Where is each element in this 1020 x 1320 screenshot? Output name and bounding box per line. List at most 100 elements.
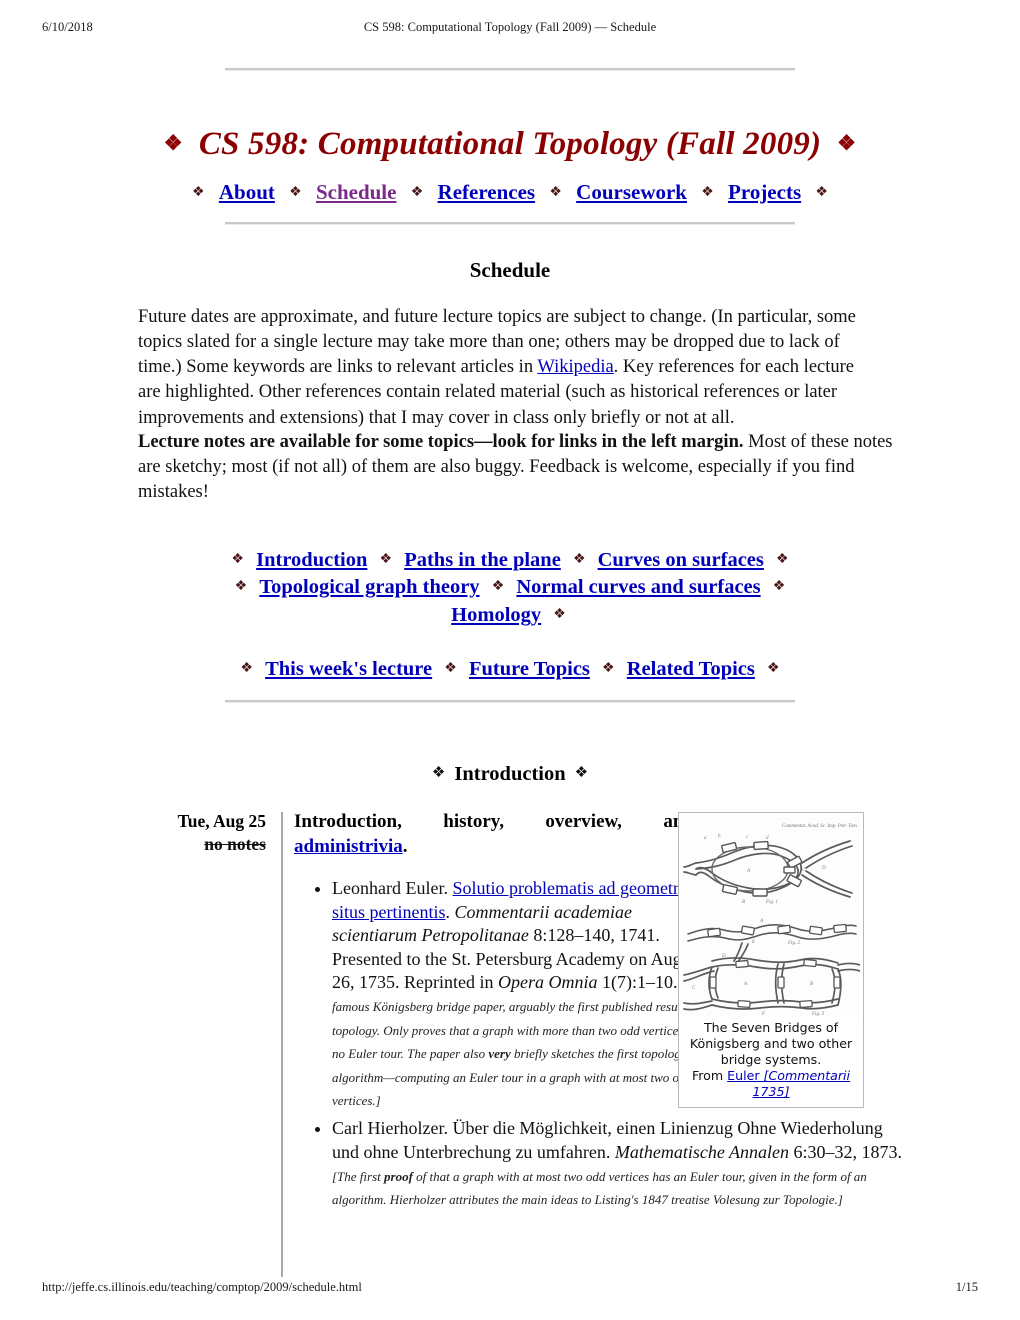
diamond-icon: ❖ bbox=[410, 185, 424, 200]
print-page-title: CS 598: Computational Topology (Fall 200… bbox=[363, 20, 657, 34]
administrivia-link[interactable]: administrivia bbox=[294, 836, 403, 857]
toc-row-3: Homology ❖ bbox=[0, 602, 1020, 629]
figure-source-link[interactable]: Euler [Commentarii 1735] bbox=[727, 1068, 850, 1099]
hierholzer-annotation: [The first proof of that a graph with at… bbox=[332, 1169, 867, 1207]
figure-caption-source: From Euler [Commentarii 1735] bbox=[682, 1068, 860, 1100]
hierholzer-annotation-pre: [The first bbox=[332, 1169, 385, 1185]
diamond-icon: ❖ bbox=[240, 661, 253, 676]
diamond-icon: ❖ bbox=[192, 185, 205, 200]
figure-caption: The Seven Bridges of Königsberg and two … bbox=[682, 1020, 860, 1101]
lecture-date: Tue, Aug 25 bbox=[177, 811, 266, 831]
divider-under-toc bbox=[225, 700, 795, 703]
toc-link-topological-graph-theory[interactable]: Topological graph theory bbox=[257, 576, 481, 598]
diamond-icon-right: ❖ bbox=[574, 765, 589, 781]
toc-link-homology[interactable]: Homology bbox=[449, 604, 543, 626]
euler-reprint-rest: 1(7):1–10. bbox=[597, 971, 682, 992]
svg-text:Fig. 3: Fig. 3 bbox=[811, 1012, 824, 1017]
diamond-icon: ❖ bbox=[289, 185, 302, 200]
figure-source-citation: [Commentarii 1735] bbox=[752, 1068, 851, 1100]
nav-link-projects[interactable]: Projects bbox=[724, 180, 805, 204]
euler-reprint: Opera Omnia bbox=[497, 971, 598, 992]
reference-item-euler: Leonhard Euler. Solutio problematis ad g… bbox=[332, 877, 710, 1111]
euler-annotation: [The famous Königsberg bridge paper, arg… bbox=[332, 976, 707, 1108]
diamond-icon: ❖ bbox=[815, 185, 828, 200]
figure-caption-line-1: The Seven Bridges of bbox=[703, 1020, 839, 1035]
lecture-notes-callout: Lecture notes are available for some top… bbox=[138, 432, 744, 452]
nav-link-coursework[interactable]: Coursework bbox=[572, 180, 691, 204]
divider-under-nav bbox=[225, 222, 795, 225]
toc-link-future-topics[interactable]: Future Topics bbox=[467, 658, 592, 680]
reference-item-hierholzer: Carl Hierholzer. Über die Möglichkeit, e… bbox=[332, 1117, 912, 1211]
extra-toc: ❖ This week's lecture ❖ Future Topics ❖ … bbox=[0, 656, 1020, 683]
diamond-icon: ❖ bbox=[491, 579, 505, 595]
wikipedia-link[interactable]: Wikipedia bbox=[537, 357, 613, 377]
diamond-icon: ❖ bbox=[553, 606, 566, 622]
svg-text:D: D bbox=[821, 866, 826, 871]
hierholzer-after-venue: 6:30–32, 1873. bbox=[789, 1141, 903, 1162]
lecture-column-divider bbox=[281, 812, 283, 1277]
diamond-icon: ❖ bbox=[572, 552, 586, 567]
figure-caption-from: From bbox=[691, 1068, 728, 1084]
print-header: 6/10/2018 CS 598: Computational Topology… bbox=[0, 20, 1020, 38]
site-title-text: CS 598: Computational Topology (Fall 200… bbox=[198, 126, 822, 163]
diamond-icon: ❖ bbox=[379, 552, 393, 567]
lecture-date-cell: Tue, Aug 25 no notes bbox=[138, 810, 266, 856]
print-footer: http://jeffe.cs.illinois.edu/teaching/co… bbox=[0, 1280, 1020, 1298]
figure-konigsberg: Commentat. Acad. Sc. Imp. Petr. Tom. VII… bbox=[678, 812, 864, 1108]
diamond-icon-left: ❖ bbox=[163, 131, 183, 156]
toc-row-1: ❖ Introduction ❖ Paths in the plane ❖ Cu… bbox=[0, 547, 1020, 574]
hierholzer-annotation-post: of that a graph with at most two odd ver… bbox=[332, 1169, 867, 1208]
diamond-icon: ❖ bbox=[772, 579, 786, 595]
diamond-icon-right: ❖ bbox=[837, 131, 857, 156]
print-source-url: http://jeffe.cs.illinois.edu/teaching/co… bbox=[42, 1280, 362, 1294]
lecture-notes-status: no notes bbox=[204, 833, 266, 854]
diamond-icon: ❖ bbox=[549, 185, 562, 200]
page-heading: Schedule bbox=[469, 258, 551, 282]
intro-paragraph-2: Lecture notes are available for some top… bbox=[138, 430, 894, 505]
diamond-icon: ❖ bbox=[602, 661, 615, 676]
figure-source-name: Euler bbox=[727, 1068, 764, 1084]
svg-text:B: B bbox=[810, 982, 813, 987]
site-title: ❖ CS 598: Computational Topology (Fall 20… bbox=[0, 126, 1020, 163]
lecture-title: Introduction, history, overview, and adm… bbox=[294, 810, 694, 859]
euler-annotation-emphasis: very bbox=[488, 1046, 511, 1062]
lecture-title-period: . bbox=[402, 835, 408, 857]
toc-link-related-topics[interactable]: Related Topics bbox=[625, 658, 757, 680]
diamond-icon: ❖ bbox=[776, 552, 789, 567]
diamond-icon: ❖ bbox=[234, 579, 248, 595]
hierholzer-venue: Mathematische Annalen bbox=[614, 1141, 790, 1162]
figure-caption-line-2: Königsberg and two other bbox=[689, 1036, 853, 1052]
toc-link-this-weeks-lecture[interactable]: This week's lecture bbox=[263, 658, 434, 680]
divider-top bbox=[225, 68, 795, 71]
nav-link-about[interactable]: About bbox=[215, 180, 279, 204]
topic-toc: ❖ Introduction ❖ Paths in the plane ❖ Cu… bbox=[0, 547, 1020, 629]
nav-link-references[interactable]: References bbox=[434, 180, 540, 204]
diamond-icon: ❖ bbox=[444, 661, 457, 676]
svg-text:D: D bbox=[721, 954, 726, 959]
intro-paragraph-1: Future dates are approximate, and future… bbox=[138, 305, 880, 431]
toc-row-4: ❖ This week's lecture ❖ Future Topics ❖ … bbox=[0, 656, 1020, 683]
nav-link-schedule[interactable]: Schedule bbox=[312, 180, 401, 204]
section-heading-text: Introduction bbox=[454, 763, 566, 785]
svg-text:Fig. 1: Fig. 1 bbox=[765, 900, 778, 905]
section-heading-introduction: ❖ Introduction ❖ bbox=[0, 763, 1020, 786]
main-nav: ❖ About ❖ Schedule ❖ References ❖ Course… bbox=[0, 180, 1020, 205]
hierholzer-annotation-emphasis: proof bbox=[384, 1169, 413, 1185]
toc-link-curves-on-surfaces[interactable]: Curves on surfaces bbox=[596, 549, 766, 571]
svg-text:Commentat. Acad. Sc. Imp. Petr: Commentat. Acad. Sc. Imp. Petr. Tom. VII… bbox=[782, 824, 860, 829]
svg-text:E: E bbox=[751, 940, 755, 945]
diamond-icon-left: ❖ bbox=[431, 765, 446, 781]
diamond-icon: ❖ bbox=[701, 185, 714, 200]
lecture-title-text: Introduction, history, overview, and bbox=[294, 811, 694, 832]
diamond-icon: ❖ bbox=[767, 661, 780, 676]
print-page-number: 1/15 bbox=[955, 1280, 978, 1294]
toc-link-paths-in-the-plane[interactable]: Paths in the plane bbox=[402, 549, 563, 571]
diamond-icon: ❖ bbox=[231, 552, 244, 567]
svg-text:Fig. 2: Fig. 2 bbox=[787, 941, 800, 946]
svg-text:B: B bbox=[742, 900, 745, 905]
seven-bridges-of-konigsberg-icon: Commentat. Acad. Sc. Imp. Petr. Tom. VII… bbox=[682, 817, 860, 1017]
euler-author: Leonhard Euler. bbox=[332, 878, 453, 899]
toc-link-normal-curves-and-surfaces[interactable]: Normal curves and surfaces bbox=[514, 576, 762, 598]
figure-caption-line-3: bridge systems. bbox=[720, 1052, 822, 1068]
toc-link-introduction[interactable]: Introduction bbox=[254, 549, 369, 571]
